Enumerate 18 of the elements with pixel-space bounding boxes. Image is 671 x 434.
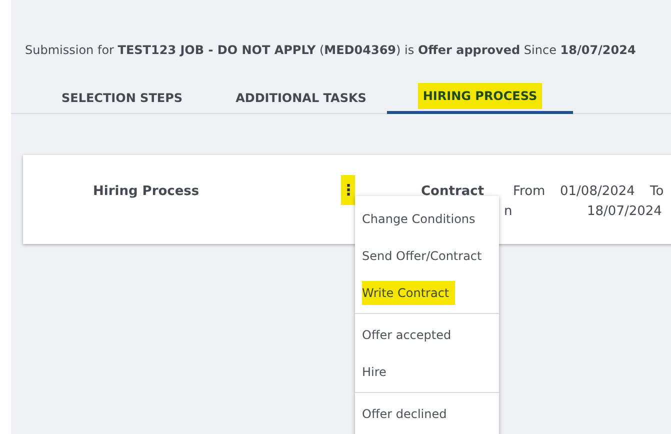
to-date: 18/07/2024 [587,203,662,221]
tab[interactable]: ADDITIONAL TASKS [230,84,372,110]
tab[interactable]: SELECTION STEPS [56,84,188,110]
menu-item[interactable]: Offer declined [362,402,447,426]
submission-status-text: Submission for TEST123 JOB - DO NOT APPLY (MED04369) is Offer approved Since 18/07/2024 [24,42,637,59]
menu-item[interactable]: Change Conditions [362,206,476,230]
to-label: To [650,183,664,201]
menu-item[interactable]: Send Offer/Contract [362,244,482,268]
from-label: From [513,183,546,201]
kebab-menu-button[interactable]: ⋮ [341,175,355,205]
menu-item[interactable]: Hire [362,360,386,384]
card-title: Hiring Process [93,183,200,201]
status-text: Contract [421,183,484,201]
tab[interactable]: HIRING PROCESS [418,83,542,109]
from-date: 01/08/2024 [560,183,635,201]
menu-item[interactable]: Write Contract [362,280,456,304]
status-text: n [504,203,512,221]
menu-item[interactable]: Offer accepted [362,322,452,346]
